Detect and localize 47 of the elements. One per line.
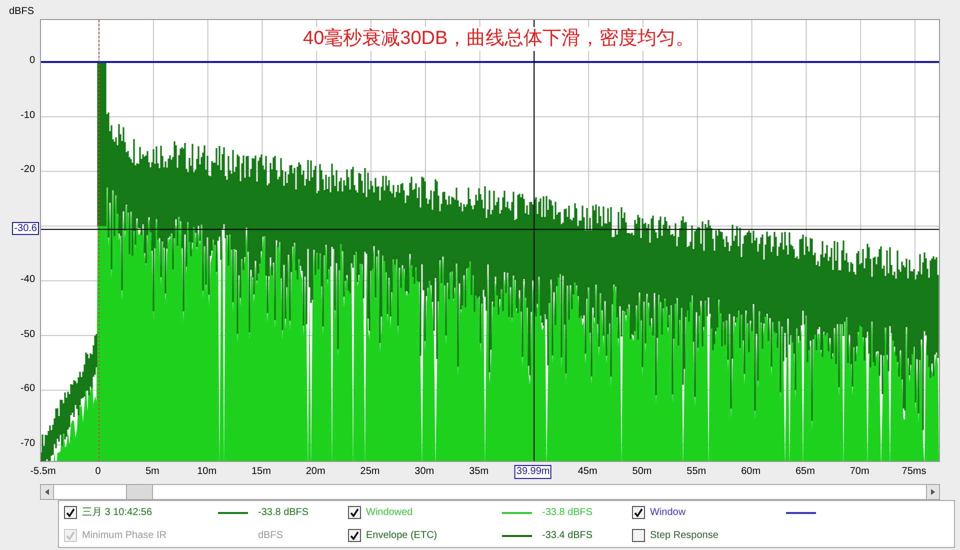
scroll-right-button[interactable] — [926, 484, 940, 500]
legend-checkbox[interactable] — [64, 506, 77, 519]
axis-tick-label: -50 — [20, 328, 35, 340]
legend-label: 三月 3 10:42:56 — [82, 506, 152, 520]
legend-value: -33.4 dBFS — [542, 529, 593, 543]
axis-tick-label: -70 — [20, 438, 35, 450]
axis-unit-label: dBFS — [9, 5, 34, 19]
axis-tick-label: 30m — [414, 466, 434, 478]
left-arrow-icon — [45, 489, 49, 495]
axis-tick-label: 75ms — [902, 466, 926, 478]
axis-tick-label: 15m — [251, 466, 271, 478]
axis-tick-label: 45m — [578, 466, 598, 478]
axis-tick-label: 0 — [29, 55, 35, 67]
legend-label: Minimum Phase IR — [82, 529, 166, 543]
axis-tick-label: 55m — [686, 466, 706, 478]
legend-label: Step Response — [650, 529, 718, 543]
horizontal-scrollbar[interactable] — [40, 484, 940, 500]
axis-tick-label: 20m — [306, 466, 326, 478]
axis-tick-label: -5.5m — [30, 466, 56, 478]
legend-checkbox[interactable] — [632, 506, 645, 519]
axis-tick-label: 50m — [632, 466, 652, 478]
legend-value: dBFS — [258, 529, 284, 543]
legend-label: Windowed — [366, 506, 413, 520]
scroll-left-button[interactable] — [40, 484, 54, 500]
axis-tick-label: 60m — [741, 466, 761, 478]
axis-tick-label: -60 — [20, 383, 35, 396]
axis-tick-label: 5m — [145, 466, 160, 478]
legend-checkbox[interactable] — [632, 529, 645, 542]
axis-tick-label: 65m — [795, 466, 815, 478]
legend-value: -33.8 dBFS — [542, 506, 593, 520]
axis-tick-label: 70m — [850, 466, 870, 478]
axis-tick-label: -10 — [20, 110, 35, 122]
axis-tick-label: 35m — [469, 466, 489, 478]
legend-checkbox[interactable] — [348, 506, 361, 519]
axis-tick-label: -40 — [20, 274, 35, 286]
legend-value: -33.8 dBFS — [258, 506, 309, 520]
legend-label: Window — [650, 506, 686, 520]
right-arrow-icon — [931, 489, 935, 495]
legend-checkbox[interactable] — [348, 529, 361, 542]
axis-tick-label: 25m — [360, 466, 380, 478]
cursor-value-label: -30.6 — [12, 222, 39, 236]
cursor-value-label: 39.99m — [514, 465, 552, 479]
scroll-thumb[interactable] — [126, 485, 153, 499]
axis-tick-label: -20 — [20, 164, 35, 176]
legend-label: Envelope (ETC) — [366, 529, 438, 543]
axis-tick-label: 0 — [95, 466, 101, 478]
axis-tick-label: 10m — [197, 466, 217, 478]
